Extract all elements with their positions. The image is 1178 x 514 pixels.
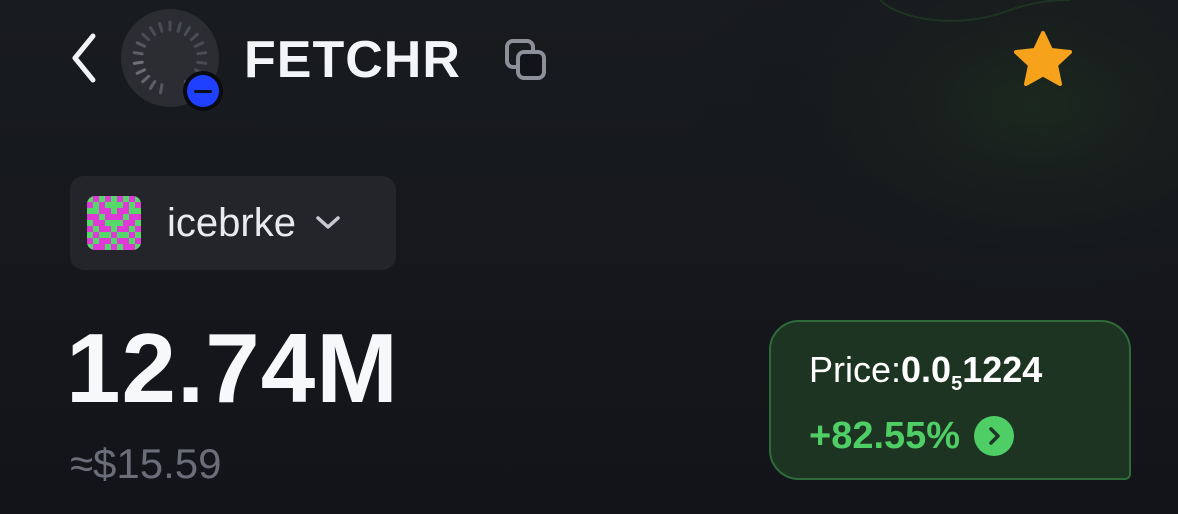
balance-usd-value: ≈$15.59 (70, 440, 222, 487)
chain-badge-icon (187, 75, 219, 107)
back-button[interactable] (62, 30, 106, 86)
account-avatar (87, 196, 141, 250)
chevron-right-circle-icon[interactable] (974, 416, 1015, 456)
price-value-prefix: 0.0 (901, 349, 952, 390)
price-change-row: +82.55% (809, 414, 1015, 458)
price-value-digits: 1224 (962, 349, 1043, 390)
chain-badge (183, 71, 223, 111)
price-line: Price:0.051224 (809, 348, 1043, 395)
account-name: icebrke (167, 201, 296, 245)
chevron-down-icon (314, 208, 344, 238)
chevron-left-icon (72, 33, 96, 83)
price-card[interactable]: Price:0.051224 +82.55% (769, 320, 1131, 480)
price-zero-count: 5 (951, 373, 963, 395)
copy-button[interactable] (500, 36, 552, 84)
account-selector[interactable]: icebrke (70, 176, 396, 270)
token-balance: 12.74M (66, 313, 399, 423)
star-icon (1014, 31, 1072, 86)
price-label: Price: (809, 349, 902, 390)
price-change: +82.55% (809, 415, 961, 457)
favorite-button[interactable] (1008, 28, 1078, 92)
copy-icon (505, 39, 546, 80)
token-symbol: FETCHR (244, 31, 461, 89)
